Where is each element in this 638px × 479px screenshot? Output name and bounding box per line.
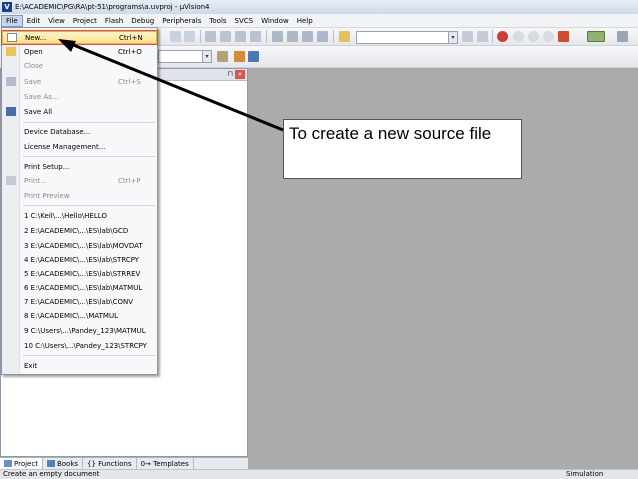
menu-item-license-management[interactable]: License Management... xyxy=(2,140,157,153)
save-all-icon xyxy=(6,107,16,116)
incremental-find-icon[interactable] xyxy=(477,31,488,42)
panel-tabs: Project Books {} Functions 0→ Templates xyxy=(0,457,248,469)
menu-flash[interactable]: Flash xyxy=(101,15,127,27)
target-select[interactable]: ▾ xyxy=(158,50,212,63)
menu-bar: File Edit View Project Flash Debug Perip… xyxy=(0,14,638,28)
menu-svcs[interactable]: SVCS xyxy=(231,15,258,27)
bookmark-icon[interactable] xyxy=(220,31,231,42)
tab-functions[interactable]: {} Functions xyxy=(83,458,137,469)
menu-item-save[interactable]: Save Ctrl+S xyxy=(2,75,157,88)
file-extensions-icon[interactable] xyxy=(234,51,245,62)
menu-item-new[interactable]: New... Ctrl+N xyxy=(1,30,158,45)
wrench-icon[interactable] xyxy=(617,31,628,42)
find-combo[interactable]: ▾ xyxy=(356,31,458,44)
recent-file-2[interactable]: 2 E:\ACADEMIC\...\ES\lab\GCD xyxy=(2,224,157,237)
menu-item-print-preview[interactable]: Print Preview xyxy=(2,189,157,202)
status-message: Create an empty document xyxy=(3,470,100,478)
menu-project[interactable]: Project xyxy=(69,15,101,27)
menu-debug[interactable]: Debug xyxy=(127,15,158,27)
find-in-files-icon[interactable] xyxy=(339,31,350,42)
books-icon xyxy=(46,460,55,467)
print-icon xyxy=(6,176,16,185)
menu-file[interactable]: File xyxy=(1,14,23,27)
chevron-down-icon: ▾ xyxy=(202,51,211,62)
menu-window[interactable]: Window xyxy=(257,15,293,27)
pin-icon[interactable]: ⊓ xyxy=(228,70,233,78)
menu-item-save-as[interactable]: Save As... xyxy=(2,90,157,103)
disable-breakpoint-icon[interactable] xyxy=(528,31,539,42)
recent-file-6[interactable]: 6 E:\ACADEMIC\...\ES\lab\MATMUL xyxy=(2,281,157,294)
kill-breakpoints-icon[interactable] xyxy=(543,31,554,42)
menu-item-print[interactable]: Print... Ctrl+P xyxy=(2,174,157,187)
manage-components-icon[interactable] xyxy=(248,51,259,62)
tab-templates[interactable]: 0→ Templates xyxy=(137,458,194,469)
nav-back-icon[interactable] xyxy=(205,31,216,42)
window-layout-icon[interactable] xyxy=(587,31,605,42)
menu-item-device-database[interactable]: Device Database... xyxy=(2,125,157,138)
menu-view[interactable]: View xyxy=(44,15,69,27)
tab-books-label: Books xyxy=(56,459,79,468)
menu-tools[interactable]: Tools xyxy=(205,15,230,27)
menu-item-print-setup[interactable]: Print Setup... xyxy=(2,160,157,173)
recent-file-5[interactable]: 5 E:\ACADEMIC\...\ES\lab\STRREV xyxy=(2,267,157,280)
tab-project[interactable]: Project xyxy=(0,458,43,469)
recent-file-7[interactable]: 7 E:\ACADEMIC\...\ES\lab\CONV xyxy=(2,295,157,308)
target-options-icon[interactable] xyxy=(217,51,228,62)
menu-help[interactable]: Help xyxy=(293,15,317,27)
menu-item-open[interactable]: Open Ctrl+O xyxy=(2,45,157,58)
status-bar: Create an empty document Simulation xyxy=(0,469,638,479)
tab-project-label: Project xyxy=(14,459,38,468)
uncomment-icon[interactable] xyxy=(317,31,328,42)
menu-edit[interactable]: Edit xyxy=(23,15,45,27)
tab-templates-label: 0→ Templates xyxy=(140,459,189,468)
save-icon xyxy=(6,77,16,86)
redo-icon[interactable] xyxy=(184,31,195,42)
indent-icon[interactable] xyxy=(272,31,283,42)
menu-item-exit[interactable]: Exit xyxy=(2,359,157,372)
recent-file-4[interactable]: 4 E:\ACADEMIC\...\ES\lab\STRCPY xyxy=(2,253,157,266)
menu-item-close[interactable]: Close xyxy=(2,59,157,72)
configure-icon[interactable] xyxy=(558,31,569,42)
recent-file-1[interactable]: 1 C:\Keil\...\Hello\HELLO xyxy=(2,209,157,222)
open-folder-icon xyxy=(6,47,16,56)
unindent-icon[interactable] xyxy=(287,31,298,42)
debug-session-icon[interactable] xyxy=(497,31,508,42)
recent-file-3[interactable]: 3 E:\ACADEMIC\...\ES\lab\MOVDAT xyxy=(2,239,157,252)
tab-books[interactable]: Books xyxy=(43,458,84,469)
menu-peripherals[interactable]: Peripherals xyxy=(158,15,205,27)
file-menu: New... Ctrl+N Open Ctrl+O Close Save Ctr… xyxy=(1,27,158,375)
bookmark-prev-icon[interactable] xyxy=(235,31,246,42)
recent-file-9[interactable]: 9 C:\Users\...\Pandey_123\MATMUL xyxy=(2,324,157,337)
title-bar: V E:\ACADEMIC\PG\RA\pt-51\programs\a.uvp… xyxy=(0,0,638,14)
find-icon[interactable] xyxy=(462,31,473,42)
breakpoint-icon[interactable] xyxy=(513,31,524,42)
menu-item-save-all[interactable]: Save All xyxy=(2,105,157,118)
chevron-down-icon: ▾ xyxy=(448,32,457,43)
new-file-icon xyxy=(7,33,17,42)
project-icon xyxy=(4,460,12,467)
status-mode: Simulation xyxy=(566,470,604,478)
uvision-icon: V xyxy=(2,2,12,12)
recent-file-10[interactable]: 10 C:\Users\...\Pandey_123\STRCPY xyxy=(2,339,157,352)
recent-file-8[interactable]: 8 E:\ACADEMIC\...\MATMUL xyxy=(2,309,157,322)
tab-functions-label: {} Functions xyxy=(87,459,132,468)
callout-text: To create a new source file xyxy=(289,124,492,143)
undo-icon[interactable] xyxy=(170,31,181,42)
callout-annotation: To create a new source file xyxy=(283,119,522,179)
window-title: E:\ACADEMIC\PG\RA\pt-51\programs\a.uvpro… xyxy=(15,3,210,11)
close-icon[interactable]: × xyxy=(235,70,245,79)
comment-icon[interactable] xyxy=(302,31,313,42)
bookmark-next-icon[interactable] xyxy=(250,31,261,42)
